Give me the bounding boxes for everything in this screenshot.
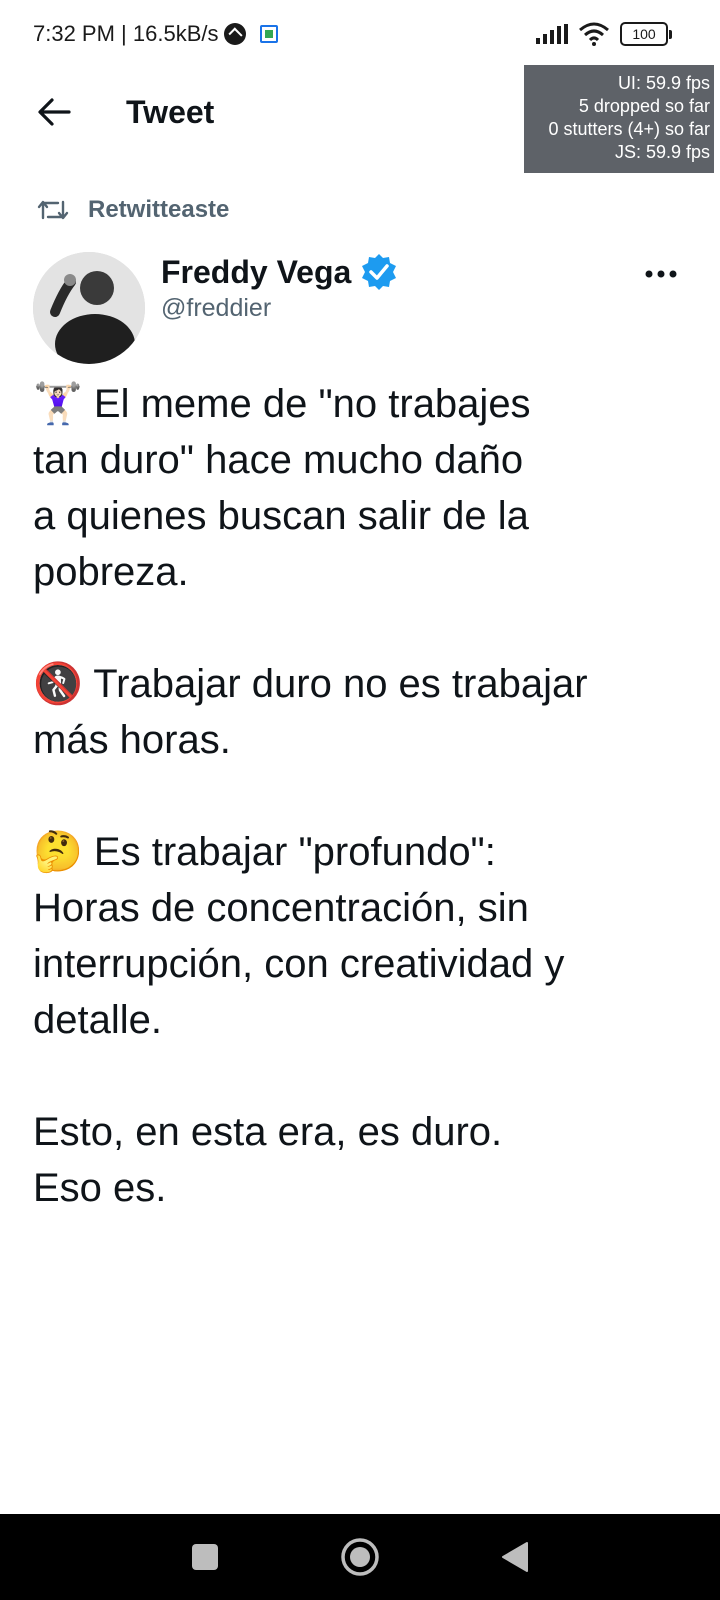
back-button[interactable] [32,90,76,134]
retweet-label: Retwitteaste [88,196,230,223]
retweet-icon [37,200,69,220]
perf-monitor-overlay: UI: 59.9 fps 5 dropped so far 0 stutters… [524,65,714,173]
author-name: Freddy Vega [161,254,352,290]
tweet-line: Esto, en esta era, es duro. [33,1110,503,1154]
status-time-speed: 7:32 PM | 16.5kB/s [33,21,219,46]
home-button[interactable] [340,1537,380,1577]
system-nav-bar [0,1514,720,1600]
tweet-line: Horas de concentración, sin [33,886,529,930]
author-handle[interactable]: @freddier [161,292,271,324]
tweet-line: tan duro" hace mucho daño [33,438,524,482]
tweet-author: Freddy Vega @freddier [33,252,683,367]
avatar-photo [33,252,145,364]
battery-icon: 100 [620,22,672,46]
tweet-text: 🏋🏻‍♀️ El meme de "no trabajes tan duro" … [33,376,693,1216]
calendar-notification-icon [260,25,279,43]
more-dots-icon [645,270,677,278]
battery-level: 100 [632,26,656,42]
back-nav-button[interactable] [495,1537,535,1577]
square-icon [192,1544,218,1570]
perf-stutters: 0 stutters (4+) so far [548,119,710,139]
author-name-row[interactable]: Freddy Vega [161,252,399,292]
perf-ui-fps: UI: 59.9 fps [617,73,710,93]
perf-dropped: 5 dropped so far [578,96,710,116]
avatar[interactable] [33,252,145,364]
triangle-back-icon [502,1542,528,1572]
arrow-left-icon [38,98,71,126]
more-options-button[interactable] [639,256,683,292]
tweet-line: 🚷 Trabajar duro no es trabajar [33,662,588,706]
tweet-line: pobreza. [33,550,189,594]
tweet-line: detalle. [33,998,162,1042]
tweet-line: 🏋🏻‍♀️ El meme de "no trabajes [33,382,531,426]
perf-js-fps: JS: 59.9 fps [614,142,710,162]
recents-button[interactable] [185,1537,225,1577]
app-header: Tweet [0,80,520,144]
retweet-indicator[interactable]: Retwitteaste [36,196,229,224]
wifi-icon [579,22,609,46]
tweet-line: interrupción, con creatividad y [33,942,565,986]
status-bar: 7:32 PM | 16.5kB/s 100 [0,0,720,70]
tweet-line: más horas. [33,718,231,762]
tweet-line: 🤔 Es trabajar "profundo": [33,830,496,874]
tweet-line: Eso es. [33,1166,167,1210]
tweet-line: a quienes buscan salir de la [33,494,529,538]
home-circle-icon [341,1538,379,1576]
app-notification-icon [224,23,247,45]
signal-icon [536,24,568,44]
page-title: Tweet [126,94,215,130]
verified-badge-icon [362,254,397,290]
status-left: 7:32 PM | 16.5kB/s [33,21,279,47]
status-right: 100 [536,22,672,46]
